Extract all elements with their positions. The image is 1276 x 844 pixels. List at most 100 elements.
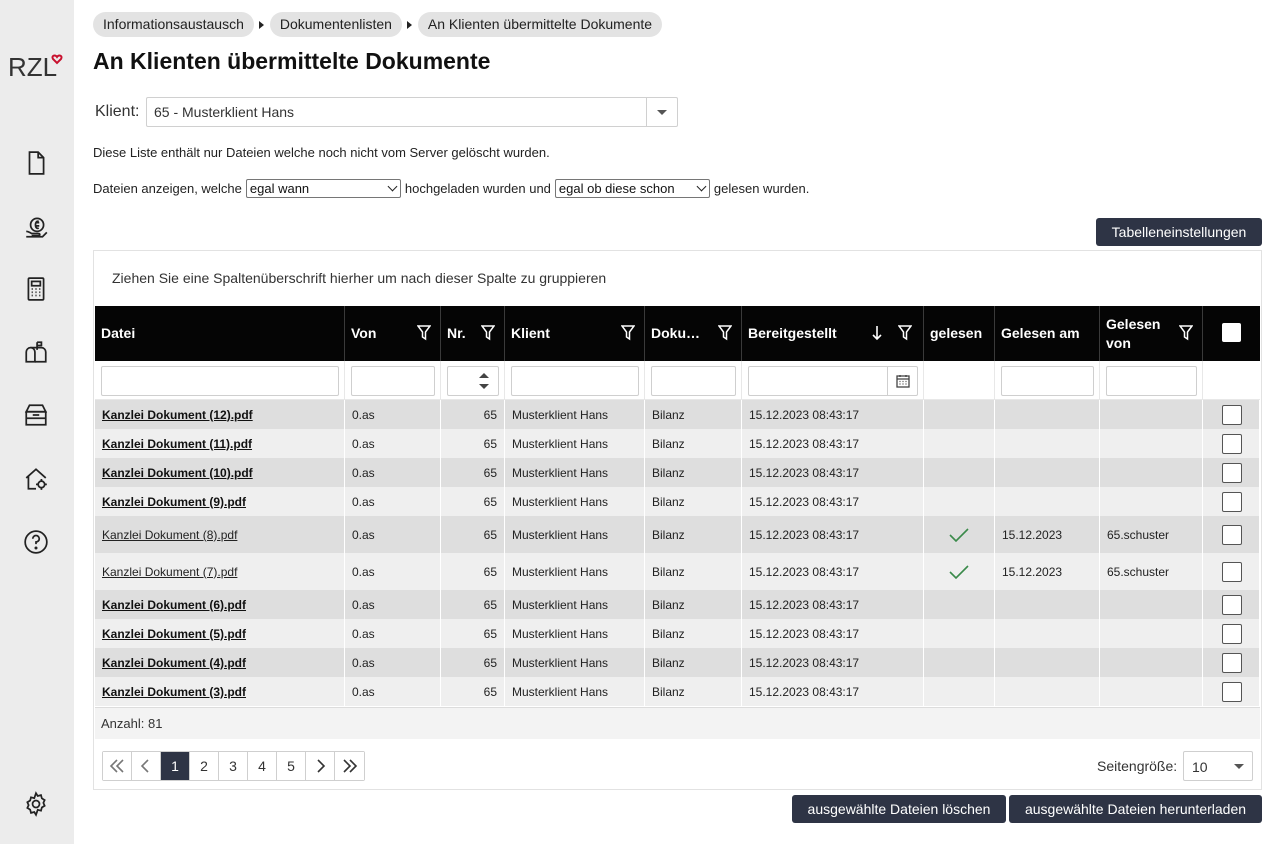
row-checkbox[interactable]	[1222, 623, 1242, 644]
row-checkbox[interactable]	[1222, 462, 1242, 483]
page-4-button[interactable]: 4	[248, 752, 277, 780]
table-row[interactable]: Kanzlei Dokument (6).pdf 0.as 65 Musterklie…	[95, 590, 1260, 619]
filter-icon[interactable]	[480, 325, 496, 341]
previous-page-button[interactable]	[132, 752, 161, 780]
column-header-von[interactable]: Von	[345, 306, 441, 361]
file-link[interactable]: Kanzlei Dokument (5).pdf	[102, 627, 246, 641]
cell-gelesen-am	[995, 619, 1100, 648]
select-all-checkbox[interactable]	[1222, 323, 1241, 342]
breadcrumb-current[interactable]: An Klienten übermittelte Dokumente	[417, 12, 663, 37]
table-row[interactable]: Kanzlei Dokument (4).pdf 0.as 65 Musterklie…	[95, 648, 1260, 677]
page-size-select[interactable]: 10	[1183, 751, 1253, 781]
read-status-select[interactable]: egal ob diese schon	[554, 179, 710, 198]
page-3-button[interactable]: 3	[219, 752, 248, 780]
page-2-button[interactable]: 2	[190, 752, 219, 780]
file-link[interactable]: Kanzlei Dokument (3).pdf	[102, 685, 246, 699]
column-header-gelesen-am[interactable]: Gelesen am	[995, 306, 1100, 361]
column-header-bereitgestellt[interactable]: Bereitgestellt	[742, 306, 924, 361]
column-header-nr[interactable]: Nr.	[441, 306, 505, 361]
chevron-down-icon[interactable]	[646, 98, 677, 126]
filter-input-datei[interactable]	[101, 366, 339, 396]
house-settings-icon[interactable]	[21, 464, 51, 494]
filter-input-gelesen-am[interactable]	[1001, 366, 1094, 396]
filter-icon[interactable]	[416, 325, 432, 341]
table-row[interactable]: Kanzlei Dokument (3).pdf 0.as 65 Musterklie…	[95, 677, 1260, 706]
column-header-gelesen[interactable]: gelesen	[924, 306, 995, 361]
breadcrumb-dokumentenlisten[interactable]: Dokumentenlisten	[269, 12, 402, 37]
filter-icon[interactable]	[717, 325, 733, 341]
cell-value: 0.as	[352, 494, 375, 509]
help-icon[interactable]	[21, 527, 51, 557]
filter-input-von[interactable]	[351, 366, 435, 396]
file-link[interactable]: Kanzlei Dokument (9).pdf	[102, 495, 246, 509]
client-select[interactable]: 65 - Musterklient Hans	[146, 97, 678, 127]
client-label: Klient:	[95, 103, 140, 120]
row-checkbox[interactable]	[1222, 404, 1242, 425]
file-link[interactable]: Kanzlei Dokument (6).pdf	[102, 598, 246, 612]
row-checkbox[interactable]	[1222, 681, 1242, 702]
row-checkbox[interactable]	[1222, 524, 1242, 545]
upload-time-select[interactable]: egal wann	[245, 179, 401, 198]
file-link[interactable]: Kanzlei Dokument (8).pdf	[102, 528, 237, 542]
table-settings-button[interactable]: Tabelleneinstellungen	[1096, 218, 1262, 246]
mailbox-icon[interactable]	[21, 337, 51, 367]
table-row[interactable]: Kanzlei Dokument (9).pdf 0.as 65 Musterklie…	[95, 487, 1260, 516]
cell-klient: Musterklient Hans	[505, 516, 645, 553]
row-checkbox[interactable]	[1222, 594, 1242, 615]
column-header-gelesen-von[interactable]: Gelesen von	[1100, 306, 1203, 361]
file-link[interactable]: Kanzlei Dokument (4).pdf	[102, 656, 246, 670]
gear-icon[interactable]	[21, 789, 51, 819]
cell-nr: 65	[441, 516, 505, 553]
filter-icon[interactable]	[620, 325, 636, 341]
file-link[interactable]: Kanzlei Dokument (11).pdf	[102, 437, 252, 451]
archive-box-icon[interactable]	[21, 400, 51, 430]
row-checkbox[interactable]	[1222, 561, 1242, 582]
calendar-icon[interactable]	[887, 367, 917, 395]
filter-input-nr[interactable]	[447, 366, 499, 396]
row-checkbox[interactable]	[1222, 491, 1242, 512]
table-row[interactable]: Kanzlei Dokument (8).pdf 0.as 65 Musterklie…	[95, 516, 1260, 553]
file-link[interactable]: Kanzlei Dokument (10).pdf	[102, 466, 253, 480]
first-page-button[interactable]	[103, 752, 132, 780]
last-page-button[interactable]	[335, 752, 364, 780]
spin-up-icon[interactable]	[479, 373, 489, 378]
breadcrumb-informationsaustausch[interactable]: Informationsaustausch	[93, 12, 254, 37]
filter-icon[interactable]	[897, 325, 913, 341]
column-header-klient[interactable]: Klient	[505, 306, 645, 361]
filter-text-3: gelesen wurden.	[713, 181, 810, 196]
table-row[interactable]: Kanzlei Dokument (5).pdf 0.as 65 Musterklie…	[95, 619, 1260, 648]
cell-value: 0.as	[352, 407, 375, 422]
table-row[interactable]: Kanzlei Dokument (12).pdf 0.as 65 Musterkli…	[95, 400, 1260, 429]
cell-bereitgestellt: 15.12.2023 08:43:17	[742, 648, 924, 677]
cell-gelesen	[924, 677, 995, 706]
next-page-button[interactable]	[306, 752, 335, 780]
row-checkbox[interactable]	[1222, 652, 1242, 673]
spin-down-icon[interactable]	[479, 384, 489, 389]
sort-descending-icon[interactable]	[870, 325, 884, 341]
delete-selected-button[interactable]: ausgewählte Dateien löschen	[792, 795, 1006, 823]
filter-input-gelesen-von[interactable]	[1106, 366, 1197, 396]
download-selected-button[interactable]: ausgewählte Dateien herunterladen	[1009, 795, 1262, 823]
file-link[interactable]: Kanzlei Dokument (7).pdf	[102, 565, 237, 579]
cell-nr: 65	[441, 619, 505, 648]
filter-input-dokument[interactable]	[651, 366, 736, 396]
group-hint[interactable]: Ziehen Sie eine Spaltenüberschrift hierh…	[112, 270, 606, 286]
file-link[interactable]: Kanzlei Dokument (12).pdf	[102, 408, 253, 422]
table-row[interactable]: Kanzlei Dokument (10).pdf 0.as 65 Musterkli…	[95, 458, 1260, 487]
table-row[interactable]: Kanzlei Dokument (7).pdf 0.as 65 Musterklie…	[95, 553, 1260, 590]
euro-coins-icon[interactable]	[21, 212, 51, 242]
document-icon[interactable]	[21, 148, 51, 178]
column-header-dokument[interactable]: Doku…	[645, 306, 742, 361]
filter-icon[interactable]	[1178, 325, 1194, 341]
filter-input-bereitgestellt[interactable]	[748, 366, 918, 396]
number-spinner[interactable]	[470, 367, 498, 395]
cell-select	[1203, 590, 1260, 619]
table-row[interactable]: Kanzlei Dokument (11).pdf 0.as 65 Musterkli…	[95, 429, 1260, 458]
page-5-button[interactable]: 5	[277, 752, 306, 780]
page-1-button[interactable]: 1	[161, 752, 190, 780]
calculator-icon[interactable]	[21, 274, 51, 304]
column-header-datei[interactable]: Datei	[95, 306, 345, 361]
filter-input-klient[interactable]	[511, 366, 639, 396]
row-checkbox[interactable]	[1222, 433, 1242, 454]
cell-value: 65	[483, 436, 497, 451]
